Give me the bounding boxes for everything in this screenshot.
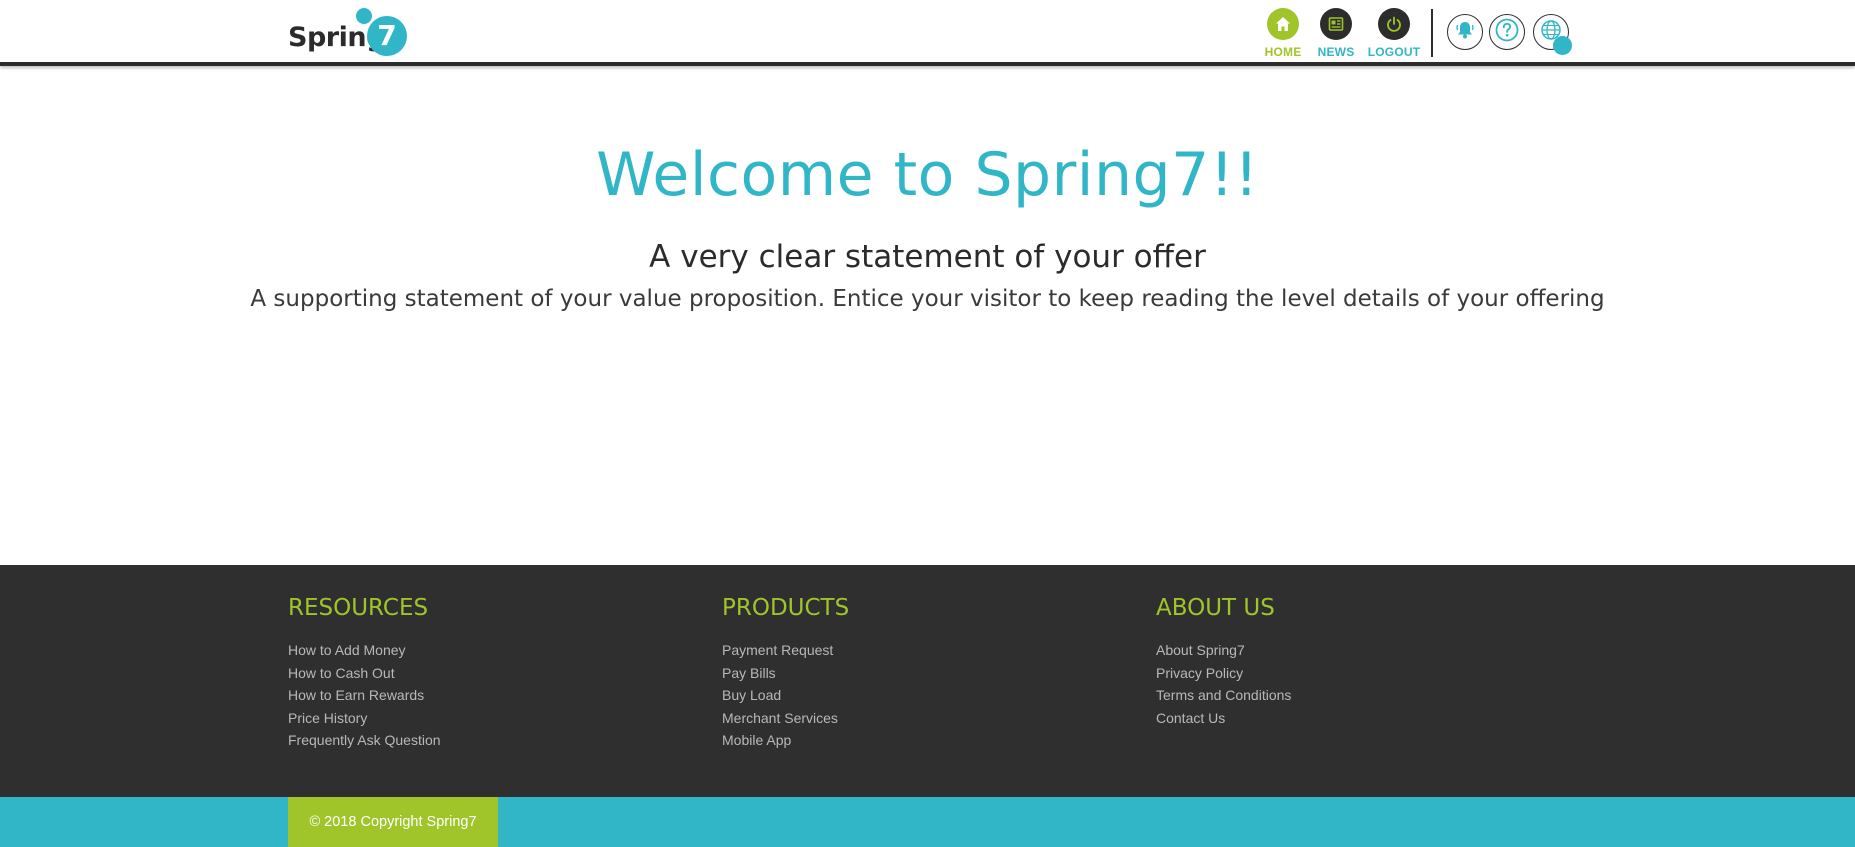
nav-home[interactable]: HOME [1253,8,1313,59]
hero-section: Welcome to Spring7!! A very clear statem… [0,70,1855,565]
nav-home-label: HOME [1264,45,1302,59]
logo-bubble-small [356,8,372,24]
footer-link-price-history[interactable]: Price History [288,707,708,730]
help-icon [1494,17,1520,48]
home-icon [1267,8,1299,40]
footer-link-cash-out[interactable]: How to Cash Out [288,662,708,685]
bell-icon [1453,18,1477,47]
footer-link-contact-us[interactable]: Contact Us [1156,707,1576,730]
nav-news[interactable]: NEWS [1306,8,1366,59]
logo-number-badge: 7 [367,16,407,56]
footer-heading-about: ABOUT US [1156,595,1275,621]
notifications-button[interactable] [1447,14,1483,50]
nav-logout[interactable]: LOGOUT [1364,8,1424,59]
footer-link-faq[interactable]: Frequently Ask Question [288,729,708,752]
footer-column-about: ABOUT US About Spring7 Privacy Policy Te… [1156,595,1576,729]
header-divider [1431,9,1433,57]
footer-link-add-money[interactable]: How to Add Money [288,639,708,662]
footer-link-about-spring7[interactable]: About Spring7 [1156,639,1576,662]
footer-link-payment-request[interactable]: Payment Request [722,639,1142,662]
footer-link-buy-load[interactable]: Buy Load [722,684,1142,707]
language-indicator-dot [1553,36,1572,55]
site-footer: RESOURCES How to Add Money How to Cash O… [0,565,1855,797]
top-header: Spring 7 HOME NEWS LOGOUT [0,0,1855,66]
copyright-text: © 2018 Copyright Spring7 [288,797,498,847]
copyright-bar: © 2018 Copyright Spring7 [0,797,1855,847]
hero-subtitle: A very clear statement of your offer [649,239,1206,275]
nav-news-label: NEWS [1317,45,1355,59]
footer-link-earn-rewards[interactable]: How to Earn Rewards [288,684,708,707]
footer-link-privacy-policy[interactable]: Privacy Policy [1156,662,1576,685]
hero-title: Welcome to Spring7!! [596,140,1259,210]
news-icon [1320,8,1352,40]
footer-link-mobile-app[interactable]: Mobile App [722,729,1142,752]
footer-link-terms[interactable]: Terms and Conditions [1156,684,1576,707]
hero-supporting-text: A supporting statement of your value pro… [250,286,1605,312]
footer-link-pay-bills[interactable]: Pay Bills [722,662,1142,685]
footer-heading-products: PRODUCTS [722,595,850,621]
nav-logout-label: LOGOUT [1367,45,1421,59]
footer-link-merchant-services[interactable]: Merchant Services [722,707,1142,730]
spring7-logo[interactable]: Spring 7 [288,6,416,58]
footer-column-products: PRODUCTS Payment Request Pay Bills Buy L… [722,595,1142,752]
footer-heading-resources: RESOURCES [288,595,429,621]
footer-column-resources: RESOURCES How to Add Money How to Cash O… [288,595,708,752]
power-icon [1378,8,1410,40]
help-button[interactable] [1489,14,1525,50]
